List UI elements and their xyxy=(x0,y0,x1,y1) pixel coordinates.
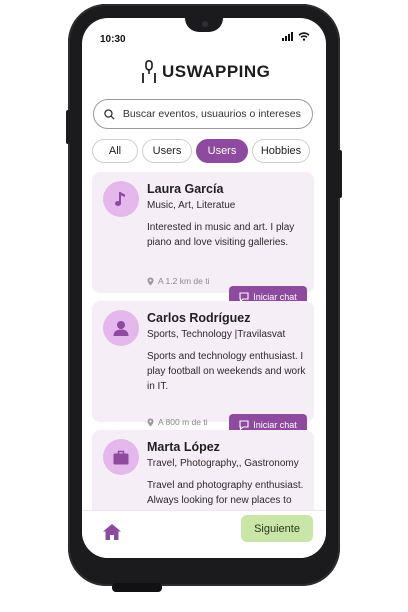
user-interests: Travel, Photography,, Gastronomy xyxy=(147,458,299,469)
user-distance: A 1.2 km de ti xyxy=(147,276,210,286)
user-list: Laura García Music, Art, Literatue Inter… xyxy=(92,170,314,510)
user-name: Carlos Rodríguez xyxy=(147,311,251,325)
distance-text: A 800 m de ti xyxy=(158,417,208,427)
phone-bottom-bar xyxy=(112,583,162,592)
next-button[interactable]: Siguiente xyxy=(241,515,313,542)
person-icon xyxy=(113,321,129,336)
signal-icon xyxy=(282,32,293,41)
chat-icon xyxy=(239,291,249,302)
chat-button-label: Iniciar chat xyxy=(253,291,297,302)
search-icon xyxy=(104,108,115,120)
suitcase-icon xyxy=(113,450,129,464)
wifi-icon xyxy=(298,32,310,41)
filter-chip-users-active[interactable]: Users xyxy=(196,139,248,163)
distance-text: A 1.2 km de ti xyxy=(158,276,210,286)
user-interests: Sports, Technology |Travilasvat xyxy=(147,329,286,340)
logo-icon xyxy=(142,60,156,83)
user-interests: Music, Art, Literatue xyxy=(147,200,236,211)
user-card[interactable]: Carlos Rodríguez Sports, Technology |Tra… xyxy=(92,301,314,435)
filter-chip-users[interactable]: Users xyxy=(142,139,192,163)
chat-icon xyxy=(239,419,249,430)
status-bar: 10:30 xyxy=(82,18,326,54)
user-card[interactable]: Marta López Travel, Photography,, Gastro… xyxy=(92,430,314,510)
bottom-nav: Siguiente xyxy=(82,510,326,558)
location-pin-icon xyxy=(147,277,154,285)
music-note-icon xyxy=(115,192,125,206)
avatar xyxy=(103,181,139,217)
user-bio: Interested in music and art. I play pian… xyxy=(147,222,295,248)
avatar xyxy=(103,439,139,475)
user-distance: A 800 m de ti xyxy=(147,417,208,427)
user-card[interactable]: Laura García Music, Art, Literatue Inter… xyxy=(92,172,314,307)
user-name: Laura García xyxy=(147,182,224,196)
avatar xyxy=(103,310,139,346)
app-logo: USWAPPING xyxy=(142,60,270,84)
brand-name: USWAPPING xyxy=(162,62,271,81)
chat-button-label: Iniciar chat xyxy=(253,419,297,430)
user-bio: Travel and photography enthusiast. Alway… xyxy=(147,480,304,506)
filter-chip-all[interactable]: All xyxy=(92,139,138,163)
status-time: 10:30 xyxy=(100,34,126,45)
app-screen: 10:30 USWAPPING Buscar eventos, usuaurio… xyxy=(82,18,326,558)
user-name: Marta López xyxy=(147,440,220,454)
power-button xyxy=(338,150,342,198)
search-input[interactable] xyxy=(120,107,312,121)
search-bar[interactable] xyxy=(93,99,313,129)
filter-chips: All Users Users Hobbies xyxy=(92,139,310,163)
volume-button xyxy=(66,110,70,144)
user-bio: Sports and technology enthusiast. I play… xyxy=(147,351,306,392)
home-icon[interactable] xyxy=(102,523,122,541)
filter-chip-hobbies[interactable]: Hobbies xyxy=(252,139,310,163)
location-pin-icon xyxy=(147,418,154,426)
